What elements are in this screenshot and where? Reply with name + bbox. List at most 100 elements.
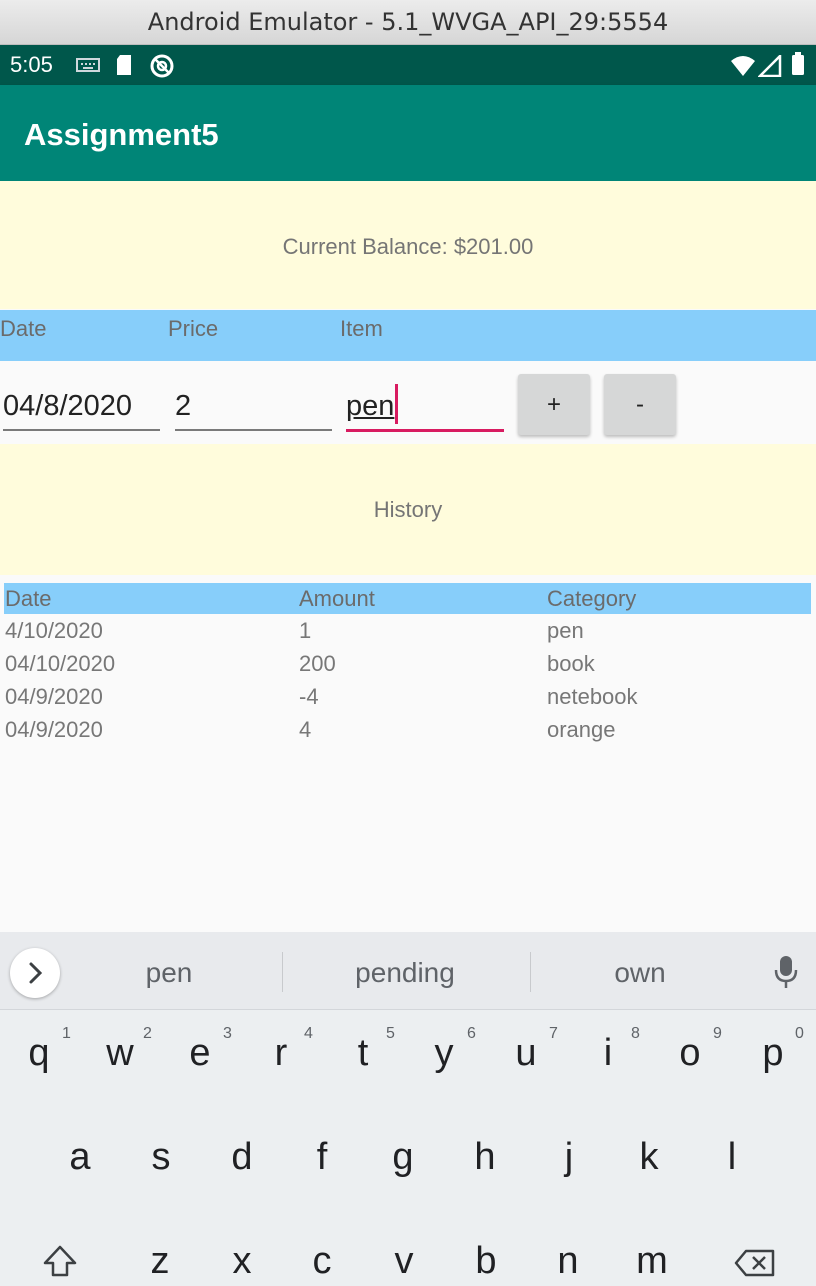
- key-e[interactable]: e: [170, 1032, 230, 1075]
- key-d[interactable]: d: [212, 1136, 272, 1179]
- row-amount: 200: [299, 651, 336, 676]
- wifi-icon: [731, 56, 755, 76]
- suggestion-divider: [282, 952, 283, 992]
- status-bar: 5:05: [0, 45, 816, 85]
- history-table-header: Date Amount Category: [4, 583, 811, 614]
- key-label: i: [603, 1032, 613, 1074]
- key-k[interactable]: k: [619, 1136, 679, 1179]
- subtract-button[interactable]: -: [604, 374, 676, 435]
- key-m[interactable]: m: [622, 1240, 682, 1283]
- key-hint: 6: [467, 1025, 476, 1042]
- row-date: 4/10/2020: [5, 618, 103, 643]
- key-hint: 7: [549, 1025, 558, 1042]
- input-header-price: Price: [168, 316, 219, 341]
- key-v[interactable]: v: [374, 1240, 434, 1283]
- key-hint: 8: [631, 1025, 640, 1042]
- key-label: w: [106, 1032, 134, 1074]
- text-cursor: [395, 384, 399, 425]
- key-r[interactable]: r: [251, 1032, 311, 1075]
- suggestion-bar: pen pending own: [0, 932, 816, 1010]
- key-label: p: [762, 1032, 784, 1074]
- key-label: q: [28, 1032, 50, 1074]
- price-input[interactable]: 2: [175, 383, 332, 431]
- history-panel: History: [0, 444, 816, 575]
- app-title: Assignment5: [24, 117, 219, 152]
- battery-icon: [792, 52, 804, 75]
- key-p[interactable]: p: [743, 1032, 803, 1075]
- price-input-value: 2: [175, 390, 192, 422]
- key-o[interactable]: o: [660, 1032, 720, 1075]
- key-g[interactable]: g: [373, 1136, 433, 1179]
- key-h[interactable]: h: [455, 1136, 515, 1179]
- keyboard-icon: [76, 58, 100, 72]
- window-title-bar: Android Emulator - 5.1_WVGA_API_29:5554: [0, 0, 816, 45]
- input-header-date: Date: [0, 316, 47, 341]
- key-hint: 0: [795, 1025, 804, 1042]
- row-category: book: [547, 651, 595, 676]
- window-title: Android Emulator - 5.1_WVGA_API_29:5554: [147, 8, 669, 36]
- table-row: 04/10/2020 200 book: [4, 648, 811, 681]
- table-row: 04/9/2020 4 orange: [4, 714, 811, 747]
- key-s[interactable]: s: [131, 1136, 191, 1179]
- key-w[interactable]: w: [90, 1032, 150, 1075]
- column-header-date: Date: [5, 586, 52, 611]
- item-input[interactable]: pen: [346, 383, 504, 432]
- key-hint: 5: [386, 1025, 395, 1042]
- key-t[interactable]: t: [333, 1032, 393, 1075]
- row-category: pen: [547, 618, 584, 643]
- history-title: History: [373, 497, 443, 522]
- key-y[interactable]: y: [414, 1032, 474, 1075]
- key-x[interactable]: x: [212, 1240, 272, 1283]
- key-label: o: [679, 1032, 701, 1074]
- key-a[interactable]: a: [50, 1136, 110, 1179]
- table-row: 4/10/2020 1 pen: [4, 615, 811, 648]
- row-date: 04/9/2020: [5, 684, 103, 709]
- input-header-item: Item: [340, 316, 383, 341]
- key-j[interactable]: j: [539, 1136, 599, 1179]
- suggestion-2[interactable]: pending: [290, 932, 520, 1014]
- date-input-value: 04/8/2020: [3, 390, 133, 422]
- suggestion-1[interactable]: pen: [64, 932, 274, 1014]
- key-q[interactable]: q: [9, 1032, 69, 1075]
- key-b[interactable]: b: [456, 1240, 516, 1283]
- current-balance-text: Current Balance: $201.00: [282, 234, 534, 259]
- add-button[interactable]: +: [518, 374, 590, 435]
- key-hint: 1: [62, 1025, 71, 1042]
- sync-status-icon: [150, 54, 174, 78]
- row-category: orange: [547, 717, 616, 742]
- row-amount: 4: [299, 717, 312, 742]
- table-row: 04/9/2020 -4 netebook: [4, 681, 811, 714]
- status-time: 5:05: [10, 52, 53, 77]
- key-label: e: [189, 1032, 211, 1074]
- column-header-amount: Amount: [299, 586, 375, 611]
- suggestion-expand-button[interactable]: [10, 948, 60, 998]
- shift-icon[interactable]: [42, 1244, 78, 1280]
- row-amount: 1: [299, 618, 312, 643]
- column-header-category: Category: [547, 586, 637, 611]
- balance-panel: Current Balance: $201.00: [0, 181, 816, 309]
- key-label: y: [434, 1032, 454, 1074]
- key-f[interactable]: f: [292, 1136, 352, 1179]
- suggestion-3[interactable]: own: [540, 932, 740, 1014]
- row-date: 04/10/2020: [5, 651, 116, 676]
- date-input[interactable]: 04/8/2020: [3, 383, 160, 431]
- soft-keyboard: pen pending own q 1 w 2 e 3 r 4 t 5 y 6 …: [0, 932, 816, 1286]
- key-label: r: [274, 1032, 288, 1074]
- row-category: netebook: [547, 684, 638, 709]
- row-date: 04/9/2020: [5, 717, 103, 742]
- backspace-icon[interactable]: [734, 1248, 776, 1278]
- microphone-icon[interactable]: [772, 954, 800, 990]
- row-amount: -4: [299, 684, 319, 709]
- key-u[interactable]: u: [496, 1032, 556, 1075]
- key-c[interactable]: c: [292, 1240, 352, 1283]
- item-input-value: pen: [346, 390, 395, 422]
- key-n[interactable]: n: [538, 1240, 598, 1283]
- key-hint: 2: [143, 1025, 152, 1042]
- key-i[interactable]: i: [578, 1032, 638, 1075]
- key-l[interactable]: l: [702, 1136, 762, 1179]
- key-label: t: [357, 1032, 369, 1074]
- key-hint: 4: [304, 1025, 313, 1042]
- sd-card-icon: [117, 55, 131, 75]
- key-label: u: [515, 1032, 537, 1074]
- key-z[interactable]: z: [130, 1240, 190, 1283]
